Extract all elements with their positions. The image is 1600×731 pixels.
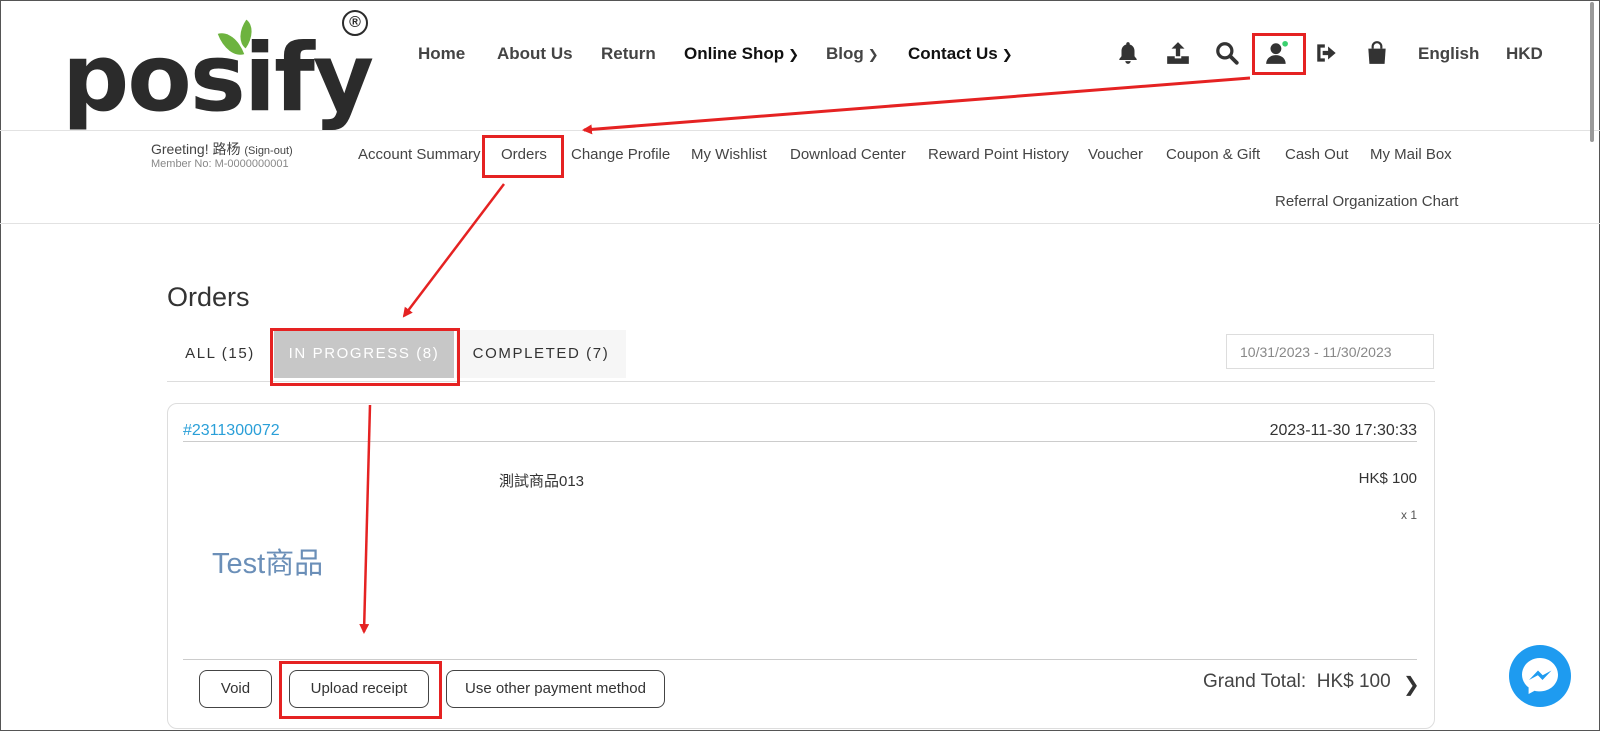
annotation-highlight-orders bbox=[482, 135, 564, 178]
menu-referral-organization-chart[interactable]: Referral Organization Chart bbox=[1275, 193, 1458, 210]
arrow-to-in-progress bbox=[402, 183, 505, 318]
logo-wordmark: posify bbox=[62, 24, 374, 133]
annotation-highlight-upload-receipt bbox=[279, 661, 442, 719]
chevron-down-icon: ❯ bbox=[1001, 47, 1013, 62]
upload-icon[interactable] bbox=[1165, 40, 1191, 66]
date-range-picker[interactable]: 10/31/2023 - 11/30/2023 bbox=[1226, 334, 1434, 369]
order-datetime: 2023-11-30 17:30:33 bbox=[1269, 422, 1417, 439]
currency-selector[interactable]: HKD bbox=[1506, 44, 1543, 64]
messenger-icon bbox=[1522, 658, 1558, 694]
header-divider bbox=[0, 130, 1600, 131]
menu-coupon-gift[interactable]: Coupon & Gift bbox=[1166, 146, 1260, 163]
registered-mark: ® bbox=[342, 10, 368, 36]
nav-contact-us[interactable]: Contact Us ❯ bbox=[908, 44, 1013, 68]
nav-blog-label: Blog bbox=[826, 44, 864, 63]
grand-total: Grand Total: HK$ 100 bbox=[1203, 671, 1391, 693]
grand-total-value: HK$ 100 bbox=[1316, 671, 1391, 692]
menu-download-center[interactable]: Download Center bbox=[790, 146, 906, 163]
chevron-down-icon: ❯ bbox=[867, 47, 879, 62]
posify-logo[interactable]: posify ® bbox=[62, 8, 374, 133]
menu-change-profile[interactable]: Change Profile bbox=[571, 146, 670, 163]
nav-blog[interactable]: Blog ❯ bbox=[826, 44, 879, 68]
grand-total-label: Grand Total: bbox=[1203, 671, 1307, 692]
menu-my-wishlist[interactable]: My Wishlist bbox=[691, 146, 767, 163]
annotation-highlight-user bbox=[1252, 33, 1306, 75]
order-number-link[interactable]: #2311300072 bbox=[183, 422, 280, 440]
shopping-bag-icon[interactable] bbox=[1364, 40, 1390, 66]
product-price: HK$ 100 bbox=[1358, 470, 1417, 487]
nav-online-shop[interactable]: Online Shop ❯ bbox=[684, 44, 799, 68]
chevron-down-icon: ❯ bbox=[788, 47, 800, 62]
menu-my-mail-box[interactable]: My Mail Box bbox=[1370, 146, 1452, 163]
logout-icon[interactable] bbox=[1314, 40, 1340, 66]
arrow-to-orders bbox=[582, 76, 1251, 135]
chevron-right-icon[interactable]: ❯ bbox=[1403, 672, 1420, 697]
member-number: Member No: M-0000000001 bbox=[151, 158, 289, 170]
void-button[interactable]: Void bbox=[199, 670, 272, 708]
menu-cash-out[interactable]: Cash Out bbox=[1285, 146, 1348, 163]
greeting-label: Greeting! 路杨 bbox=[151, 141, 241, 157]
menu-reward-point-history[interactable]: Reward Point History bbox=[928, 146, 1069, 163]
page-scrollbar[interactable] bbox=[1590, 2, 1594, 142]
order-header-divider bbox=[183, 441, 1417, 442]
search-icon[interactable] bbox=[1214, 40, 1240, 66]
language-selector[interactable]: English bbox=[1418, 44, 1479, 64]
nav-return[interactable]: Return bbox=[601, 44, 656, 68]
account-nav-divider bbox=[0, 223, 1600, 224]
menu-account-summary[interactable]: Account Summary bbox=[358, 146, 481, 163]
annotation-highlight-in-progress bbox=[270, 328, 460, 386]
greeting-text: Greeting! 路杨 (Sign-out) bbox=[151, 139, 293, 159]
page-title: Orders bbox=[167, 282, 250, 312]
order-footer-divider bbox=[183, 659, 1417, 660]
tab-all[interactable]: ALL (15) bbox=[167, 330, 273, 378]
product-image: Test商品 bbox=[212, 548, 324, 580]
menu-voucher[interactable]: Voucher bbox=[1088, 146, 1143, 163]
nav-online-shop-label: Online Shop bbox=[684, 44, 785, 63]
sign-out-link[interactable]: (Sign-out) bbox=[244, 145, 292, 157]
bell-icon[interactable] bbox=[1115, 40, 1141, 66]
tab-completed[interactable]: COMPLETED (7) bbox=[456, 330, 626, 378]
nav-contact-us-label: Contact Us bbox=[908, 44, 998, 63]
messenger-chat-button[interactable] bbox=[1509, 645, 1571, 707]
nav-home[interactable]: Home bbox=[418, 44, 465, 68]
product-quantity: x 1 bbox=[1400, 508, 1417, 522]
nav-about-us[interactable]: About Us bbox=[497, 44, 573, 68]
product-name: 測試商品013 bbox=[499, 473, 585, 490]
use-other-payment-method-button[interactable]: Use other payment method bbox=[446, 670, 665, 708]
